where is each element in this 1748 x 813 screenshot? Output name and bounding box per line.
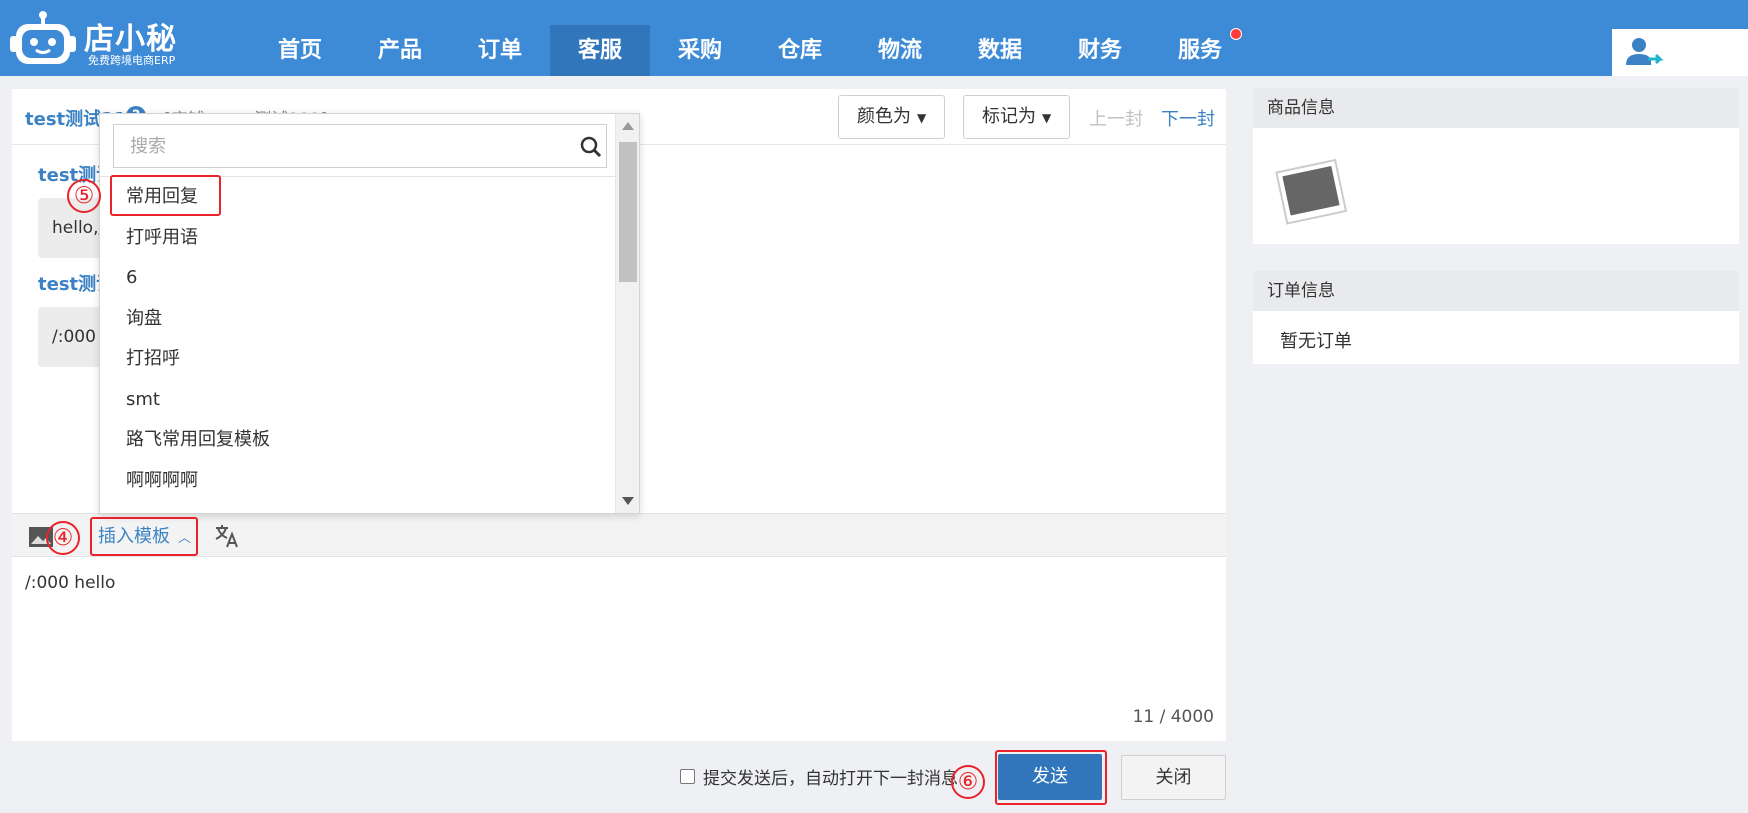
brand-slogan: 免费跨境电商ERP <box>88 54 176 67</box>
character-count: 11 / 4000 <box>1132 707 1214 727</box>
robot-logo-icon <box>10 11 76 64</box>
nav-item-products[interactable]: 产品 <box>350 25 450 76</box>
color-dropdown-label: 颜色为 <box>857 106 911 127</box>
top-navigation-bar: 店小秘 免费跨境电商ERP 首页 产品 订单 客服 采购 仓库 物流 数据 财务… <box>0 0 1748 76</box>
template-item[interactable]: 询盘 <box>100 299 615 340</box>
template-search-input[interactable] <box>114 125 564 167</box>
no-order-text: 暂无订单 <box>1280 331 1352 352</box>
caret-down-icon: ▼ <box>1042 111 1052 125</box>
template-item[interactable]: 打呼用语 <box>100 218 615 259</box>
search-icon[interactable] <box>580 136 602 158</box>
caret-down-icon: ▼ <box>917 111 927 125</box>
template-item[interactable]: 啊啊啊啊 <box>100 461 615 502</box>
step-5-marker: ⑤ <box>67 179 101 213</box>
nav-item-logistics[interactable]: 物流 <box>850 25 950 76</box>
product-info-panel <box>1253 128 1739 244</box>
template-search-box <box>113 124 607 168</box>
nav-item-warehouse[interactable]: 仓库 <box>750 25 850 76</box>
scroll-down-arrow-icon[interactable] <box>622 497 634 505</box>
nav-item-data[interactable]: 数据 <box>950 25 1050 76</box>
annotation-box-insert-template <box>90 517 198 556</box>
template-item[interactable]: 打招呼 <box>100 339 615 380</box>
template-item[interactable]: 6 <box>100 258 615 299</box>
color-dropdown-button[interactable]: 颜色为 ▼ <box>838 95 946 139</box>
auto-open-next-label: 提交发送后，自动打开下一封消息 <box>703 769 958 789</box>
order-info-panel: 暂无订单 <box>1253 311 1739 364</box>
mark-dropdown-button[interactable]: 标记为 ▼ <box>963 95 1071 139</box>
scrollbar-thumb[interactable] <box>619 142 637 282</box>
nav-item-orders[interactable]: 订单 <box>450 25 550 76</box>
notification-dot <box>1230 28 1242 40</box>
auto-open-next-option[interactable]: 提交发送后，自动打开下一封消息 <box>680 764 958 789</box>
message-editor[interactable]: /:000 hello 11 / 4000 <box>12 557 1226 741</box>
next-message-link[interactable]: 下一封 <box>1161 105 1215 131</box>
close-button[interactable]: 关闭 <box>1121 755 1226 800</box>
previous-message-link[interactable]: 上一封 <box>1089 105 1143 131</box>
annotation-box-template-item <box>110 175 221 216</box>
product-info-header: 商品信息 <box>1253 88 1739 128</box>
auto-open-next-checkbox[interactable] <box>680 769 695 784</box>
template-item[interactable]: 路飞常用回复模板 <box>100 420 615 461</box>
annotation-box-send <box>995 750 1107 805</box>
image-placeholder-icon <box>1275 158 1347 225</box>
user-add-icon <box>1626 38 1664 65</box>
app-logo[interactable]: 店小秘 免费跨境电商ERP <box>8 6 178 70</box>
step-4-marker: ④ <box>46 521 80 555</box>
nav-item-finance[interactable]: 财务 <box>1050 25 1150 76</box>
nav-item-customer-service[interactable]: 客服 <box>550 25 650 76</box>
step-6-marker: ⑥ <box>951 765 985 799</box>
user-menu[interactable] <box>1612 29 1748 76</box>
scroll-up-arrow-icon[interactable] <box>622 122 634 130</box>
editor-content[interactable]: /:000 hello <box>25 573 115 593</box>
main-nav: 首页 产品 订单 客服 采购 仓库 物流 数据 财务 服务 <box>250 25 1250 76</box>
template-item[interactable]: 22222 <box>100 501 615 513</box>
nav-item-purchasing[interactable]: 采购 <box>650 25 750 76</box>
mark-dropdown-label: 标记为 <box>982 106 1036 127</box>
template-dropdown: 常用回复 打呼用语 6 询盘 打招呼 smt 路飞常用回复模板 啊啊啊啊 222… <box>99 113 640 514</box>
translate-icon[interactable] <box>214 523 240 549</box>
template-item[interactable]: smt <box>100 380 615 421</box>
nav-item-home[interactable]: 首页 <box>250 25 350 76</box>
dropdown-scrollbar[interactable] <box>615 114 639 513</box>
order-info-header: 订单信息 <box>1253 271 1739 311</box>
template-list: 常用回复 打呼用语 6 询盘 打招呼 smt 路飞常用回复模板 啊啊啊啊 222… <box>100 177 615 513</box>
